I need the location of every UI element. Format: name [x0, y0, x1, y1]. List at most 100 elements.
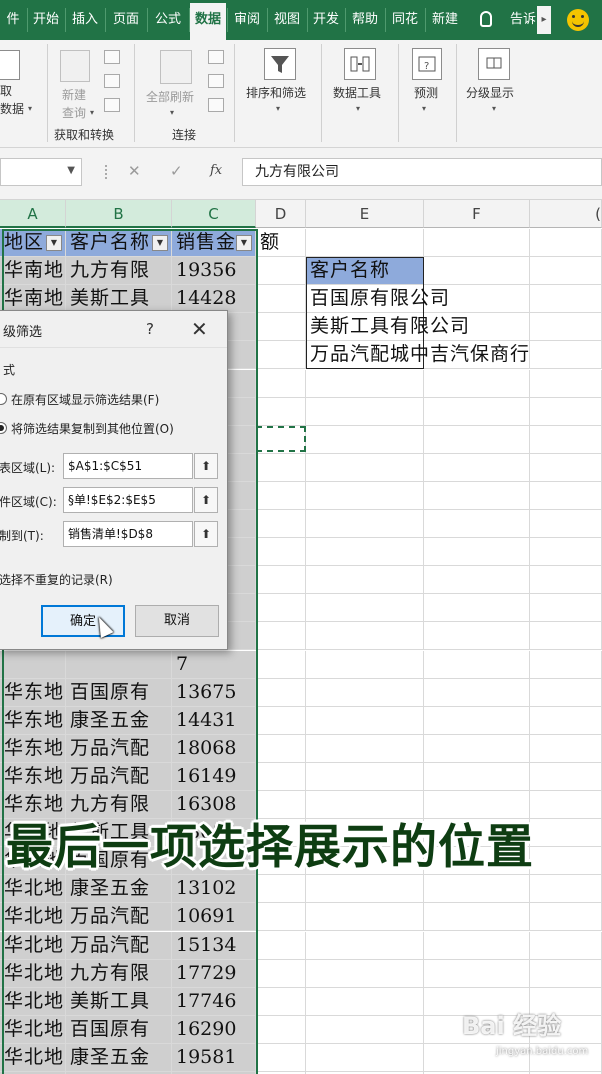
- criteria-item-cell[interactable]: 万品汽配城中吉汽保商行: [306, 341, 529, 369]
- tab-0[interactable]: 件: [0, 0, 26, 40]
- empty-cell[interactable]: [530, 959, 602, 988]
- empty-cell[interactable]: [256, 285, 306, 314]
- empty-cell[interactable]: [530, 369, 602, 398]
- column-header-f[interactable]: F: [424, 200, 530, 228]
- empty-cell[interactable]: [530, 257, 602, 286]
- empty-cell[interactable]: [256, 1015, 306, 1044]
- empty-cell[interactable]: [530, 397, 602, 426]
- empty-cell[interactable]: [256, 313, 306, 342]
- tab-6[interactable]: 审阅: [228, 0, 266, 40]
- empty-cell[interactable]: [306, 369, 424, 398]
- empty-cell[interactable]: [530, 622, 602, 651]
- from-table-icon[interactable]: [104, 74, 120, 88]
- empty-cell[interactable]: [306, 650, 424, 679]
- empty-cell[interactable]: [530, 285, 602, 314]
- empty-cell[interactable]: [424, 903, 530, 932]
- criteria-range-input[interactable]: §单!$E$2:$E$5: [63, 487, 193, 513]
- empty-cell[interactable]: [530, 453, 602, 482]
- empty-cell[interactable]: [256, 875, 306, 904]
- empty-cell[interactable]: [530, 678, 602, 707]
- empty-cell[interactable]: [256, 257, 306, 286]
- empty-cell[interactable]: [424, 257, 530, 286]
- empty-cell[interactable]: [306, 959, 424, 988]
- smiley-feedback-icon[interactable]: [567, 9, 589, 31]
- empty-cell[interactable]: [530, 734, 602, 763]
- empty-cell[interactable]: [424, 622, 530, 651]
- empty-cell[interactable]: [530, 566, 602, 595]
- empty-cell[interactable]: [306, 481, 424, 510]
- empty-cell[interactable]: [256, 538, 306, 567]
- tab-8[interactable]: 开发: [308, 0, 344, 40]
- empty-cell[interactable]: [256, 987, 306, 1016]
- criteria-range-collapse-button[interactable]: ⬆: [194, 487, 218, 513]
- tell-me-label[interactable]: 告诉: [510, 0, 536, 40]
- empty-cell[interactable]: [306, 538, 424, 567]
- empty-cell[interactable]: [306, 397, 424, 426]
- empty-cell[interactable]: [530, 875, 602, 904]
- recent-sources-icon[interactable]: [104, 98, 120, 112]
- column-header-e[interactable]: E: [306, 200, 424, 228]
- empty-cell[interactable]: [424, 481, 530, 510]
- empty-cell[interactable]: [530, 481, 602, 510]
- empty-cell[interactable]: [256, 566, 306, 595]
- empty-cell[interactable]: [306, 734, 424, 763]
- empty-cell[interactable]: [530, 538, 602, 567]
- empty-cell[interactable]: [530, 313, 602, 342]
- show-queries-icon[interactable]: [104, 50, 120, 64]
- unique-records-label[interactable]: 选择不重复的记录(R): [0, 571, 113, 588]
- tab-5[interactable]: 数据: [190, 0, 226, 40]
- data-tools-label[interactable]: 数据工具: [333, 84, 381, 101]
- tab-2[interactable]: 插入: [66, 0, 104, 40]
- tab-3[interactable]: 页面: [106, 0, 146, 40]
- radio-copy-to-location[interactable]: [0, 422, 7, 434]
- empty-cell[interactable]: [256, 510, 306, 539]
- option-copy-to-location-label[interactable]: 将筛选结果复制到其他位置(O): [11, 420, 174, 437]
- empty-cell[interactable]: [530, 594, 602, 623]
- empty-cell[interactable]: [424, 931, 530, 960]
- empty-cell[interactable]: [530, 650, 602, 679]
- empty-cell[interactable]: [306, 229, 424, 258]
- tab-scroll-right-button[interactable]: ▸: [537, 6, 551, 34]
- empty-cell[interactable]: [424, 425, 530, 454]
- empty-cell[interactable]: [256, 1043, 306, 1072]
- empty-cell[interactable]: [256, 369, 306, 398]
- empty-cell[interactable]: [256, 706, 306, 735]
- empty-cell[interactable]: [306, 622, 424, 651]
- empty-cell[interactable]: [424, 594, 530, 623]
- tab-7[interactable]: 视图: [268, 0, 306, 40]
- column-header-b[interactable]: B: [66, 200, 172, 228]
- copy-to-collapse-button[interactable]: ⬆: [194, 521, 218, 547]
- empty-cell[interactable]: [256, 453, 306, 482]
- empty-cell[interactable]: [530, 510, 602, 539]
- empty-cell[interactable]: [424, 762, 530, 791]
- column-header-a[interactable]: A: [0, 200, 66, 228]
- data-tools-icon[interactable]: [344, 48, 376, 80]
- empty-cell[interactable]: [424, 453, 530, 482]
- formula-input[interactable]: 九方有限公司: [242, 158, 602, 186]
- empty-cell[interactable]: [306, 453, 424, 482]
- refresh-all-label[interactable]: 全部刷新: [146, 88, 194, 105]
- empty-cell[interactable]: [424, 566, 530, 595]
- empty-cell[interactable]: [530, 229, 602, 258]
- outline-label[interactable]: 分级显示: [466, 84, 514, 101]
- empty-cell[interactable]: [256, 762, 306, 791]
- empty-cell[interactable]: [424, 229, 530, 258]
- empty-cell[interactable]: [256, 594, 306, 623]
- empty-cell[interactable]: [424, 959, 530, 988]
- empty-cell[interactable]: [306, 875, 424, 904]
- empty-cell[interactable]: [530, 931, 602, 960]
- empty-cell[interactable]: [306, 425, 424, 454]
- empty-cell[interactable]: [424, 510, 530, 539]
- empty-cell[interactable]: [256, 397, 306, 426]
- tab-1[interactable]: 开始: [28, 0, 64, 40]
- empty-cell[interactable]: [424, 706, 530, 735]
- empty-cell[interactable]: [530, 425, 602, 454]
- empty-cell[interactable]: [256, 341, 306, 370]
- tab-9[interactable]: 帮助: [346, 0, 384, 40]
- empty-cell[interactable]: [530, 341, 602, 370]
- column-header-c[interactable]: C: [172, 200, 256, 228]
- empty-cell[interactable]: [530, 762, 602, 791]
- connections-icon[interactable]: [208, 50, 224, 64]
- empty-cell[interactable]: [306, 762, 424, 791]
- get-data-label-top[interactable]: 取: [0, 82, 12, 99]
